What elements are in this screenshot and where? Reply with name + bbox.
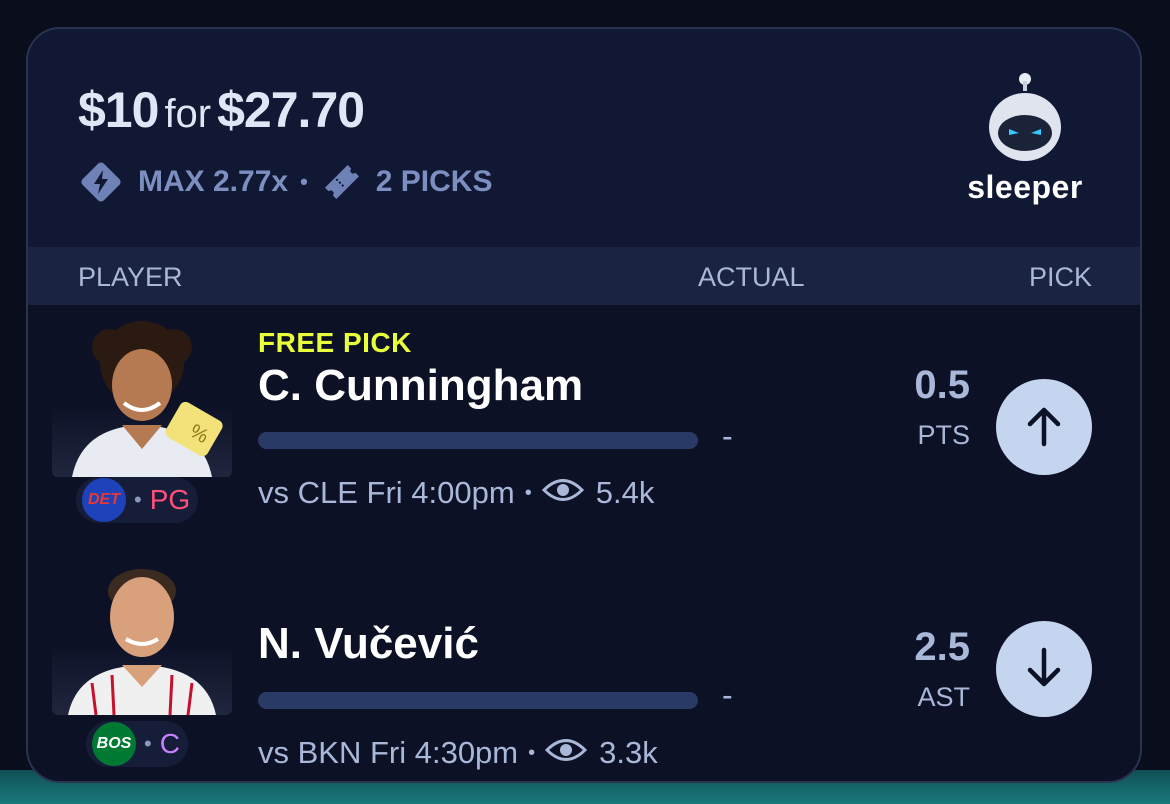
team-separator: • — [134, 487, 142, 512]
meta-separator: • — [300, 169, 308, 194]
card-header: $10 for $27.70 MAX 2.77x • 2 PICKS sleep… — [28, 29, 1140, 247]
payout-amount: $27.70 — [217, 82, 365, 138]
line-value: 0.5 — [914, 363, 970, 407]
column-pick: PICK — [1028, 262, 1092, 292]
pick-row[interactable]: % DET • PG FREE PICK C. Cunningham - vs … — [28, 305, 1140, 537]
column-player: PLAYER — [78, 262, 183, 292]
max-multiplier: MAX 2.77x — [138, 165, 289, 198]
team-logo: DET — [82, 478, 126, 522]
for-label: for — [164, 92, 212, 136]
player-photo — [52, 555, 232, 715]
game-separator: • — [524, 481, 532, 504]
prop-line: 0.5 PTS — [850, 363, 970, 451]
column-actual: ACTUAL — [698, 262, 805, 292]
game-matchup: vs BKN Fri 4:30pm — [258, 735, 519, 770]
progress-bar — [258, 432, 698, 449]
player-name: C. Cunningham — [258, 361, 584, 410]
entry-meta: MAX 2.77x • 2 PICKS — [78, 159, 493, 205]
brand-name: sleeper — [967, 169, 1083, 205]
arrow-up-icon — [1024, 404, 1064, 451]
stake-amount: $10 — [78, 82, 159, 138]
payout-summary: $10 for $27.70 — [78, 81, 365, 139]
free-pick-badge: FREE PICK — [258, 327, 412, 358]
eye-icon — [541, 475, 596, 511]
team-position-badge: BOS • C — [86, 721, 188, 767]
pick-more-button[interactable] — [996, 379, 1092, 475]
team-separator: • — [144, 731, 152, 756]
pick-less-button[interactable] — [996, 621, 1092, 717]
team-logo: BOS — [92, 722, 136, 766]
progress-bar — [258, 692, 698, 709]
team-position-badge: DET • PG — [76, 477, 199, 523]
actual-value: - — [722, 418, 733, 454]
view-count: 3.3k — [599, 735, 658, 770]
sleeper-robot-icon — [960, 71, 1090, 163]
player-name: N. Vučević — [258, 619, 479, 668]
stat-type: AST — [917, 682, 970, 712]
game-matchup: vs CLE Fri 4:00pm — [258, 475, 515, 510]
eye-icon — [545, 735, 599, 771]
ticket-icon — [320, 160, 364, 204]
game-separator: • — [528, 741, 536, 764]
player-photo: % — [52, 317, 232, 477]
game-info: vs CLE Fri 4:00pm • 5.4k — [258, 475, 654, 511]
bolt-diamond-icon — [78, 159, 124, 205]
actual-value: - — [722, 677, 733, 713]
player-position: C — [159, 728, 180, 759]
line-value: 2.5 — [914, 625, 970, 669]
pick-card: $10 for $27.70 MAX 2.77x • 2 PICKS sleep… — [26, 27, 1142, 783]
table-header: PLAYER ACTUAL PICK — [28, 247, 1140, 305]
player-position: PG — [149, 484, 191, 515]
prop-line: 2.5 AST — [850, 625, 970, 713]
pick-row[interactable]: BOS • C N. Vučević - vs BKN Fri 4:30pm •… — [28, 537, 1140, 781]
picks-count: 2 PICKS — [375, 165, 493, 198]
stat-type: PTS — [917, 420, 970, 450]
sleeper-logo: sleeper — [960, 71, 1090, 206]
arrow-down-icon — [1024, 646, 1064, 693]
view-count: 5.4k — [595, 475, 655, 510]
game-info: vs BKN Fri 4:30pm • 3.3k — [258, 735, 658, 771]
